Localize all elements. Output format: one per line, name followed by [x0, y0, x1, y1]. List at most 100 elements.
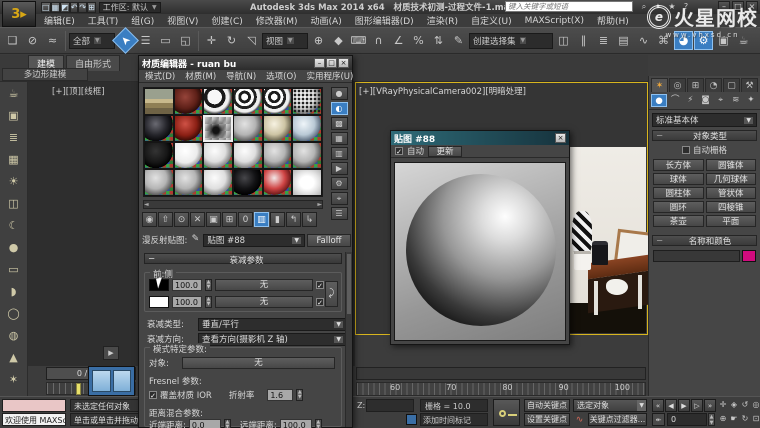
- ribbon-rail-icon[interactable]: ▭: [5, 262, 23, 277]
- snap-toggle-3d-icon[interactable]: ∩: [369, 31, 388, 50]
- put-to-scene-icon[interactable]: ⇧: [158, 212, 173, 227]
- material-sample-slot[interactable]: [174, 169, 204, 196]
- auto-key-button[interactable]: 自动关键点: [524, 399, 570, 412]
- menu-item[interactable]: MAXScript(X): [519, 16, 590, 26]
- eyedropper-icon[interactable]: ✎: [189, 234, 201, 246]
- object-type-button[interactable]: 圆柱体: [653, 187, 704, 199]
- hierarchy-icon[interactable]: ⊞: [687, 78, 704, 92]
- angle-snap-toggle-icon[interactable]: ∠: [389, 31, 408, 50]
- select-and-scale-icon[interactable]: ◹: [242, 31, 261, 50]
- keyboard-shortcut-override-icon[interactable]: ⌨: [349, 31, 368, 50]
- use-pivot-point-center-icon[interactable]: ⊕: [309, 31, 328, 50]
- ribbon-toggle-icon[interactable]: ▤: [614, 31, 633, 50]
- helpers-icon[interactable]: ⌖: [714, 94, 728, 107]
- put-to-library-icon[interactable]: ⊞: [222, 212, 237, 227]
- ribbon-rail-icon[interactable]: ◯: [5, 306, 23, 321]
- mirror-icon[interactable]: ◫: [554, 31, 573, 50]
- shapes-icon[interactable]: ⌒: [668, 94, 682, 107]
- ribbon-rail-icon[interactable]: ✶: [5, 372, 23, 387]
- set-keys-button[interactable]: [493, 399, 520, 426]
- spinner-snap-toggle-icon[interactable]: ⇅: [429, 31, 448, 50]
- ribbon-rail-icon[interactable]: ◫: [5, 196, 23, 211]
- close-icon[interactable]: ×: [555, 133, 566, 143]
- key-selection-filter-dropdown[interactable]: 选定对象▼: [573, 399, 647, 412]
- material-sample-slot[interactable]: [174, 115, 204, 142]
- material-sample-slot[interactable]: [144, 88, 174, 115]
- previous-frame-icon[interactable]: ◀: [665, 399, 677, 412]
- menu-item[interactable]: 工具(T): [82, 14, 125, 27]
- material-sample-slot[interactable]: [233, 142, 263, 169]
- select-by-material-icon[interactable]: ⌖: [331, 192, 348, 205]
- go-to-parent-icon[interactable]: ↰: [286, 212, 301, 227]
- object-type-button[interactable]: 平面: [706, 215, 757, 227]
- select-and-link-icon[interactable]: ❑: [3, 31, 22, 50]
- object-type-button[interactable]: 茶壶: [653, 215, 704, 227]
- slot-scrollbar-horizontal[interactable]: ◄ ►: [143, 200, 323, 209]
- object-type-rollout[interactable]: −对象类型: [652, 130, 757, 141]
- save-file-icon[interactable]: ◩: [60, 2, 70, 13]
- primitive-category-dropdown[interactable]: 标准基本体▼: [652, 113, 757, 127]
- menu-item[interactable]: 选项(O): [262, 70, 300, 82]
- orbit-icon[interactable]: ↺: [740, 399, 750, 412]
- bind-to-space-warp-icon[interactable]: ≈: [43, 31, 62, 50]
- menu-item[interactable]: 导航(N): [222, 70, 260, 82]
- project-folder-icon[interactable]: ⊞: [87, 2, 96, 13]
- named-selection-sets-dropdown[interactable]: 创建选择集▼: [469, 33, 553, 49]
- menu-item[interactable]: 材质(M): [181, 70, 220, 82]
- map-window-titlebar[interactable]: 贴图 #88 ×: [391, 131, 569, 145]
- scroll-right-arrow[interactable]: ►: [317, 201, 322, 208]
- material-sample-slot[interactable]: [174, 142, 204, 169]
- select-and-manipulate-icon[interactable]: ◆: [329, 31, 348, 50]
- menu-item[interactable]: 动画(A): [305, 14, 348, 27]
- lights-icon[interactable]: ⚡: [683, 94, 697, 107]
- side-amount-field[interactable]: 100.0: [172, 296, 202, 308]
- options-icon[interactable]: ⚙: [331, 177, 348, 190]
- viewport-label[interactable]: [+][VRayPhysicalCamera002][明暗处理]: [359, 85, 526, 97]
- material-sample-slot[interactable]: [263, 169, 293, 196]
- material-sample-slot[interactable]: [144, 142, 174, 169]
- material-sample-slot[interactable]: [203, 142, 233, 169]
- play-animation-icon[interactable]: ▶: [678, 399, 690, 412]
- render-production-icon[interactable]: ☕: [734, 31, 753, 50]
- menu-item[interactable]: 修改器(M): [250, 14, 304, 27]
- select-and-move-icon[interactable]: ✛: [202, 31, 221, 50]
- track-bar-time-marker[interactable]: [76, 383, 81, 395]
- maxscript-listener-macro[interactable]: [2, 399, 66, 412]
- layer-manager-icon[interactable]: ≣: [594, 31, 613, 50]
- front-map-button[interactable]: 无: [215, 279, 313, 291]
- material-sample-slot[interactable]: [263, 115, 293, 142]
- create-icon[interactable]: ✶: [651, 78, 668, 92]
- redo-icon[interactable]: ↷: [78, 2, 87, 13]
- material-sample-slot[interactable]: [292, 142, 322, 169]
- object-type-button[interactable]: 球体: [653, 173, 704, 185]
- viewport-layout-expand-button[interactable]: ▶: [103, 346, 119, 360]
- map-name-dropdown[interactable]: 贴图 #88▼: [203, 234, 305, 247]
- material-id-channel-icon[interactable]: 0: [238, 212, 253, 227]
- minimize-icon[interactable]: –: [718, 1, 730, 11]
- material-sample-slot[interactable]: [233, 169, 263, 196]
- go-forward-to-sibling-icon[interactable]: ↳: [302, 212, 317, 227]
- transform-gizmo-icon[interactable]: ✛: [718, 399, 728, 412]
- unlink-selection-icon[interactable]: ⊘: [23, 31, 42, 50]
- menu-item[interactable]: 编辑(E): [38, 14, 81, 27]
- show-map-in-viewport-icon[interactable]: ▥: [254, 212, 269, 227]
- ior-field[interactable]: 1.6: [267, 389, 293, 401]
- close-icon[interactable]: ×: [338, 58, 349, 68]
- falloff-type-dropdown[interactable]: 垂直/平行▼: [198, 318, 347, 331]
- object-type-button[interactable]: 圆锥体: [706, 159, 757, 171]
- ribbon-rail-icon[interactable]: ☀: [5, 174, 23, 189]
- spinner-arrows[interactable]: ▲▼: [315, 419, 322, 428]
- far-distance-field[interactable]: 100.0: [280, 419, 312, 428]
- side-color-swatch[interactable]: [149, 296, 169, 308]
- material-sample-slot[interactable]: [203, 169, 233, 196]
- material-editor-titlebar[interactable]: 材质编辑器 - ruan bu –□×: [139, 56, 352, 70]
- swap-colors-button[interactable]: ⤸: [325, 281, 338, 307]
- menu-item[interactable]: 自定义(U): [465, 14, 518, 27]
- front-amount-field[interactable]: 100.0: [172, 279, 202, 291]
- menu-item[interactable]: 帮助(H): [591, 14, 635, 27]
- name-color-rollout[interactable]: −名称和颜色: [652, 235, 757, 246]
- geometry-icon[interactable]: ●: [651, 94, 667, 107]
- communication-center-icon[interactable]: ✦: [652, 2, 664, 12]
- ribbon-rail-icon[interactable]: ●: [5, 240, 23, 255]
- current-frame-field[interactable]: 0: [667, 413, 707, 426]
